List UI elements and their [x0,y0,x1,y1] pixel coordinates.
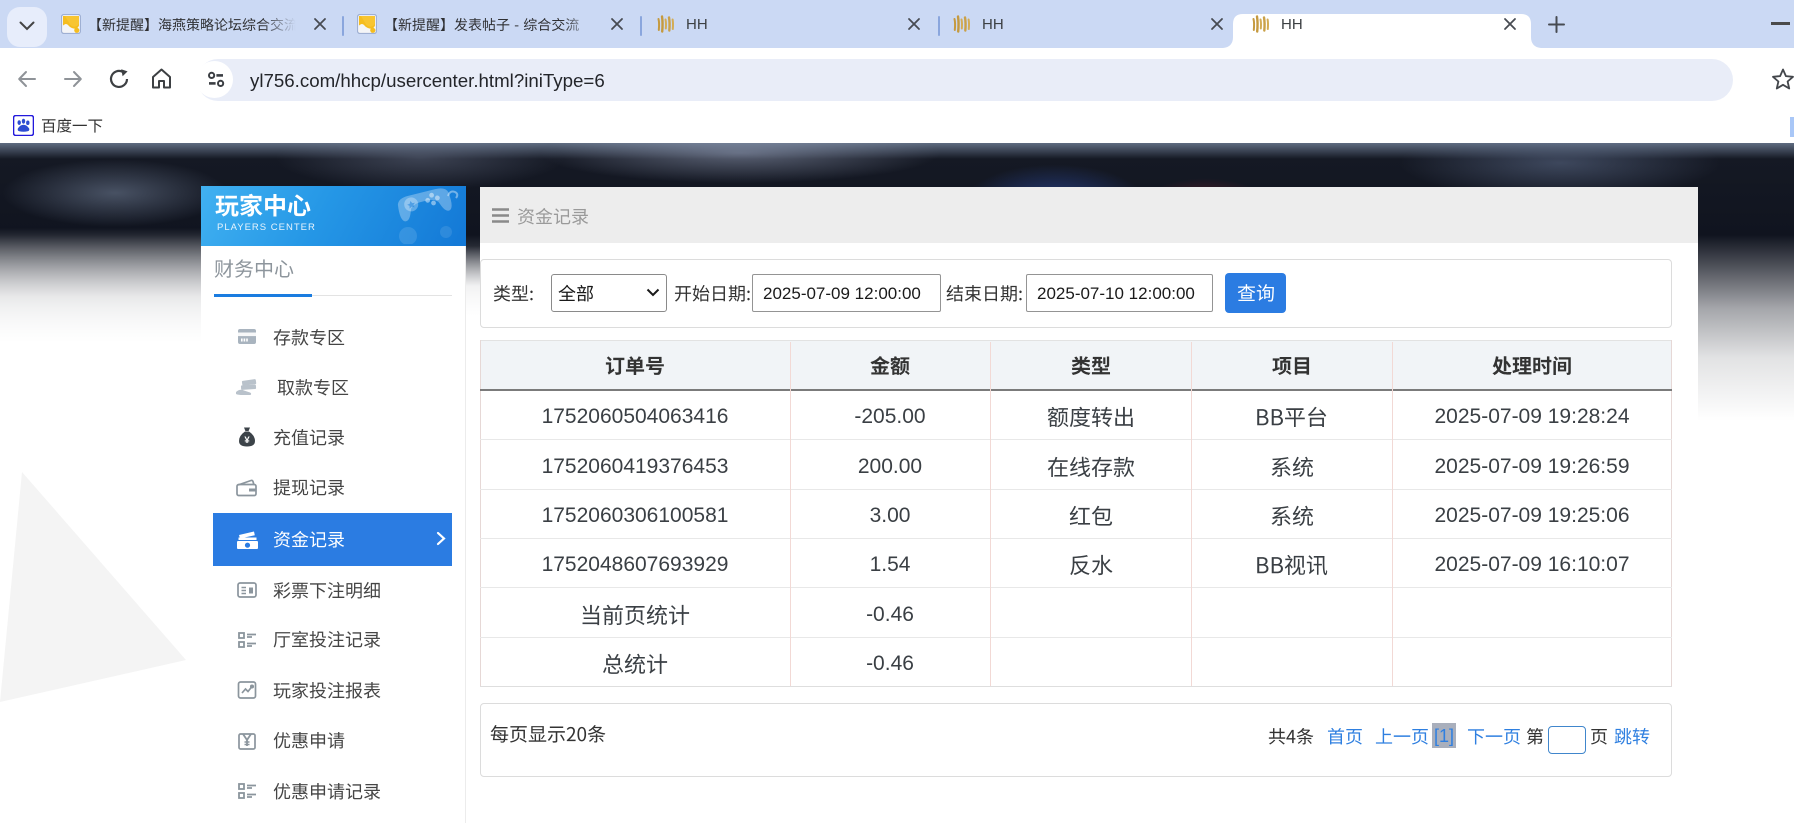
svg-text:¥: ¥ [244,435,250,446]
